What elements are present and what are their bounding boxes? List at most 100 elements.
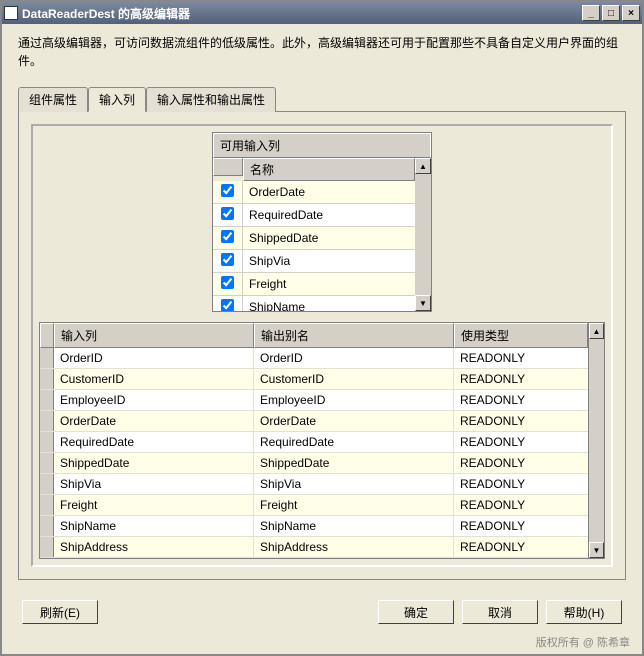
column-checkbox[interactable] bbox=[221, 276, 234, 289]
column-checkbox[interactable] bbox=[221, 253, 234, 266]
input-cell[interactable]: ShipAddress bbox=[54, 537, 254, 557]
help-button[interactable]: 帮助(H) bbox=[546, 600, 622, 624]
input-cell[interactable]: ShipVia bbox=[54, 474, 254, 494]
alias-cell[interactable]: ShipName bbox=[254, 516, 454, 536]
list-item[interactable]: ShipName bbox=[213, 296, 415, 311]
table-row[interactable]: ShippedDateShippedDateREADONLY bbox=[40, 453, 588, 474]
alias-cell[interactable]: EmployeeID bbox=[254, 390, 454, 410]
table-row[interactable]: ShipViaShipViaREADONLY bbox=[40, 474, 588, 495]
table-row[interactable]: EmployeeIDEmployeeIDREADONLY bbox=[40, 390, 588, 411]
alias-cell[interactable]: OrderID bbox=[254, 348, 454, 368]
grid-scrollbar[interactable]: ▲ ▼ bbox=[589, 322, 605, 559]
ok-button[interactable]: 确定 bbox=[378, 600, 454, 624]
table-row[interactable]: RequiredDateRequiredDateREADONLY bbox=[40, 432, 588, 453]
row-selector[interactable] bbox=[40, 369, 54, 389]
column-name: OrderDate bbox=[243, 182, 415, 202]
tab-0[interactable]: 组件属性 bbox=[18, 87, 88, 112]
input-cell[interactable]: ShipName bbox=[54, 516, 254, 536]
tab-1[interactable]: 输入列 bbox=[88, 87, 146, 112]
scroll-up-icon[interactable]: ▲ bbox=[589, 323, 604, 339]
dialog-window: DataReaderDest 的高级编辑器 _ □ × 通过高级编辑器，可访问数… bbox=[0, 0, 644, 656]
scroll-down-icon[interactable]: ▼ bbox=[589, 542, 604, 558]
column-name: Freight bbox=[243, 274, 415, 294]
tab-2[interactable]: 输入属性和输出属性 bbox=[146, 87, 276, 112]
checkbox-column-header[interactable] bbox=[213, 158, 243, 176]
input-cell[interactable]: OrderDate bbox=[54, 411, 254, 431]
usage-cell[interactable]: READONLY bbox=[454, 516, 588, 536]
minimize-button[interactable]: _ bbox=[582, 5, 600, 21]
usage-cell[interactable]: READONLY bbox=[454, 390, 588, 410]
input-column-header[interactable]: 输入列 bbox=[54, 323, 254, 348]
usage-type-header[interactable]: 使用类型 bbox=[454, 323, 588, 348]
available-columns-title: 可用输入列 bbox=[213, 133, 431, 158]
usage-cell[interactable]: READONLY bbox=[454, 411, 588, 431]
row-selector[interactable] bbox=[40, 516, 54, 536]
list-item[interactable]: Freight bbox=[213, 273, 415, 296]
column-name: ShippedDate bbox=[243, 228, 415, 248]
cancel-button[interactable]: 取消 bbox=[462, 600, 538, 624]
table-row[interactable]: OrderIDOrderIDREADONLY bbox=[40, 348, 588, 369]
table-row[interactable]: CustomerIDCustomerIDREADONLY bbox=[40, 369, 588, 390]
usage-cell[interactable]: READONLY bbox=[454, 432, 588, 452]
input-cell[interactable]: EmployeeID bbox=[54, 390, 254, 410]
alias-cell[interactable]: ShippedDate bbox=[254, 453, 454, 473]
column-checkbox[interactable] bbox=[221, 184, 234, 197]
output-alias-header[interactable]: 输出别名 bbox=[254, 323, 454, 348]
list-item[interactable]: RequiredDate bbox=[213, 204, 415, 227]
maximize-button[interactable]: □ bbox=[602, 5, 620, 21]
usage-cell[interactable]: READONLY bbox=[454, 453, 588, 473]
usage-cell[interactable]: READONLY bbox=[454, 369, 588, 389]
column-name: RequiredDate bbox=[243, 205, 415, 225]
row-selector[interactable] bbox=[40, 390, 54, 410]
input-cell[interactable]: CustomerID bbox=[54, 369, 254, 389]
input-cell[interactable]: OrderID bbox=[54, 348, 254, 368]
close-button[interactable]: × bbox=[622, 5, 640, 21]
usage-cell[interactable]: READONLY bbox=[454, 495, 588, 515]
input-cell[interactable]: ShippedDate bbox=[54, 453, 254, 473]
column-checkbox[interactable] bbox=[221, 230, 234, 243]
alias-cell[interactable]: ShipVia bbox=[254, 474, 454, 494]
name-column-header[interactable]: 名称 bbox=[243, 158, 415, 181]
inner-frame: 可用输入列 名称 OrderDateRequiredDateShippedDat… bbox=[31, 124, 613, 567]
table-row[interactable]: ShipNameShipNameREADONLY bbox=[40, 516, 588, 537]
description-text: 通过高级编辑器，可访问数据流组件的低级属性。此外，高级编辑器还可用于配置那些不具… bbox=[2, 24, 642, 74]
window-title: DataReaderDest 的高级编辑器 bbox=[22, 5, 580, 22]
alias-cell[interactable]: RequiredDate bbox=[254, 432, 454, 452]
list-item[interactable]: ShippedDate bbox=[213, 227, 415, 250]
usage-cell[interactable]: READONLY bbox=[454, 474, 588, 494]
row-selector[interactable] bbox=[40, 537, 54, 557]
row-selector[interactable] bbox=[40, 432, 54, 452]
column-checkbox[interactable] bbox=[221, 207, 234, 220]
column-name: ShipVia bbox=[243, 251, 415, 271]
grid-header: 输入列 输出别名 使用类型 bbox=[40, 323, 588, 348]
usage-cell[interactable]: READONLY bbox=[454, 537, 588, 557]
row-selector-header[interactable] bbox=[40, 323, 54, 348]
input-cell[interactable]: Freight bbox=[54, 495, 254, 515]
table-row[interactable]: FreightFreightREADONLY bbox=[40, 495, 588, 516]
column-checkbox[interactable] bbox=[221, 299, 234, 311]
app-icon bbox=[4, 6, 18, 20]
watermark-text: 版权所有 @ 陈希章 bbox=[536, 634, 630, 650]
titlebar[interactable]: DataReaderDest 的高级编辑器 _ □ × bbox=[2, 2, 642, 24]
list-item[interactable]: ShipVia bbox=[213, 250, 415, 273]
list-item[interactable]: OrderDate bbox=[213, 181, 415, 204]
usage-cell[interactable]: READONLY bbox=[454, 348, 588, 368]
table-row[interactable]: OrderDateOrderDateREADONLY bbox=[40, 411, 588, 432]
row-selector[interactable] bbox=[40, 411, 54, 431]
row-selector[interactable] bbox=[40, 474, 54, 494]
refresh-button[interactable]: 刷新(E) bbox=[22, 600, 98, 624]
list-scrollbar[interactable]: ▲ ▼ bbox=[415, 158, 431, 311]
input-cell[interactable]: RequiredDate bbox=[54, 432, 254, 452]
row-selector[interactable] bbox=[40, 453, 54, 473]
alias-cell[interactable]: CustomerID bbox=[254, 369, 454, 389]
row-selector[interactable] bbox=[40, 495, 54, 515]
column-name: ShipName bbox=[243, 297, 415, 311]
scroll-down-icon[interactable]: ▼ bbox=[415, 295, 431, 311]
alias-cell[interactable]: OrderDate bbox=[254, 411, 454, 431]
alias-cell[interactable]: Freight bbox=[254, 495, 454, 515]
alias-cell[interactable]: ShipAddress bbox=[254, 537, 454, 557]
table-row[interactable]: ShipAddressShipAddressREADONLY bbox=[40, 537, 588, 558]
tab-content: 可用输入列 名称 OrderDateRequiredDateShippedDat… bbox=[18, 111, 626, 580]
row-selector[interactable] bbox=[40, 348, 54, 368]
scroll-up-icon[interactable]: ▲ bbox=[415, 158, 431, 174]
